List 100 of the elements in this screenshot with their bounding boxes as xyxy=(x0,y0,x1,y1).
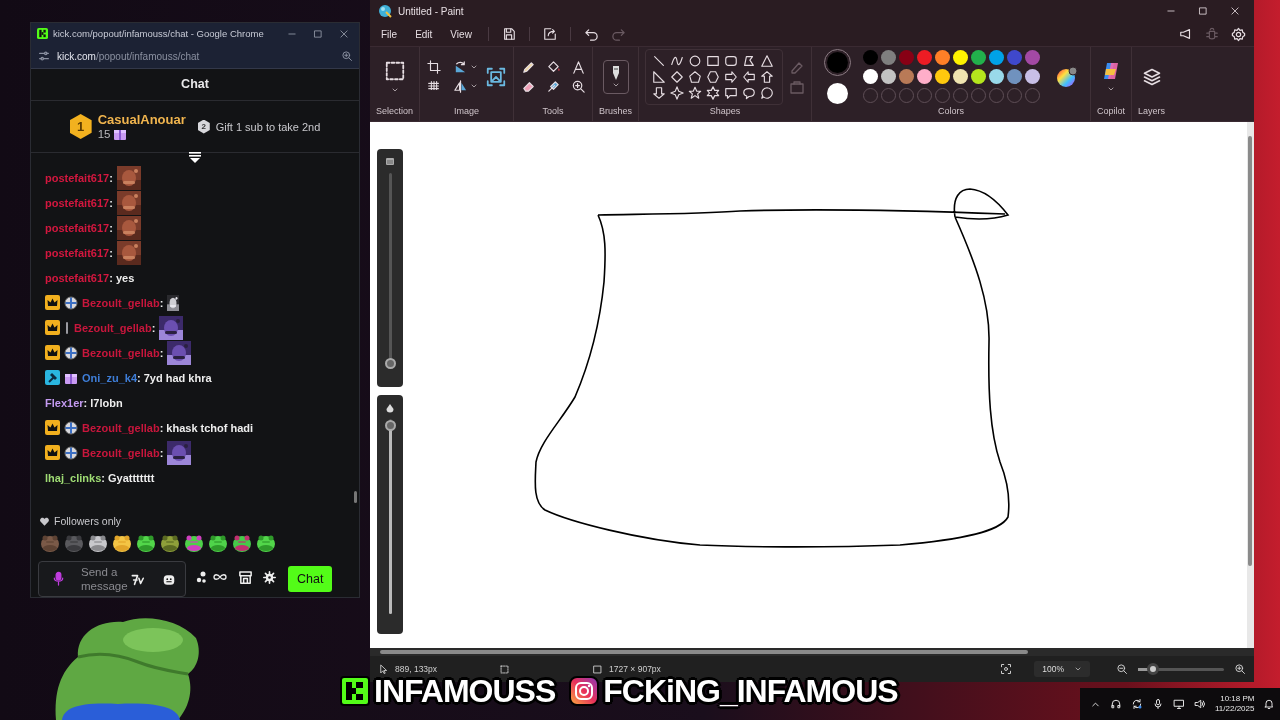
color-swatch[interactable] xyxy=(935,69,951,84)
fit-to-window-icon[interactable] xyxy=(1000,663,1013,675)
chevron-icon[interactable] xyxy=(1074,665,1082,673)
display-icon[interactable] xyxy=(1173,698,1185,710)
diamond-icon[interactable] xyxy=(670,69,685,84)
hexagon-icon[interactable] xyxy=(706,69,721,84)
line-icon[interactable] xyxy=(652,53,667,68)
group-label: Image xyxy=(454,106,480,118)
color-wheel-icon[interactable] xyxy=(1056,65,1079,88)
color-swatch[interactable] xyxy=(881,50,897,65)
color-swatch[interactable] xyxy=(935,50,951,65)
zoom-in-icon[interactable] xyxy=(1234,663,1246,675)
mosaic-icon[interactable] xyxy=(427,79,442,93)
color-swatch[interactable] xyxy=(1007,50,1023,65)
microphone-icon[interactable] xyxy=(1152,698,1164,710)
zoom-slider-thumb[interactable] xyxy=(1146,662,1159,675)
translate-icon[interactable] xyxy=(131,573,145,587)
scroll-down-icon[interactable] xyxy=(188,151,202,165)
settings-icon[interactable] xyxy=(263,571,276,584)
oval-icon[interactable] xyxy=(688,53,703,68)
instagram-logo-icon xyxy=(569,676,600,706)
color-swatch[interactable] xyxy=(971,69,987,84)
selection-icon[interactable] xyxy=(383,59,406,82)
secondary-color-swatch[interactable] xyxy=(827,83,849,104)
triangle-icon[interactable] xyxy=(760,53,775,68)
bug-icon[interactable] xyxy=(1205,27,1219,41)
round-bubble-icon[interactable] xyxy=(760,85,775,100)
brush-picker[interactable] xyxy=(602,59,629,94)
color-swatch[interactable] xyxy=(863,69,879,84)
text-tool-icon[interactable] xyxy=(570,59,586,75)
color-swatch[interactable] xyxy=(953,69,969,84)
leader-name[interactable]: CasualAnouar xyxy=(97,112,186,128)
menu-item[interactable]: Edit xyxy=(408,25,440,43)
megaphone-icon[interactable] xyxy=(1179,27,1193,41)
color-swatch[interactable] xyxy=(989,69,1005,84)
six-point-star-icon[interactable] xyxy=(706,85,721,100)
pencil-icon[interactable] xyxy=(520,59,536,75)
clock-time[interactable]: 10:18 PM xyxy=(1220,694,1255,704)
menu-item[interactable]: View xyxy=(443,25,479,43)
color-swatch[interactable] xyxy=(1025,69,1041,84)
layers-icon[interactable] xyxy=(1141,66,1162,87)
color-swatch[interactable] xyxy=(899,50,915,65)
message-field[interactable]: Send a message xyxy=(38,561,186,597)
color-swatch[interactable] xyxy=(881,69,897,84)
color-swatch[interactable] xyxy=(917,50,933,65)
store-icon[interactable] xyxy=(238,569,253,585)
pentagon-icon[interactable] xyxy=(688,69,703,84)
headset-icon[interactable] xyxy=(1110,698,1122,710)
chat-send-button[interactable]: Chat xyxy=(288,566,333,592)
maximize-icon[interactable] xyxy=(1198,6,1208,16)
sync-icon[interactable] xyxy=(1131,698,1143,710)
crop-icon[interactable] xyxy=(427,60,442,74)
clock-date[interactable]: 11/22/2025 xyxy=(1215,704,1255,714)
maximize-icon[interactable] xyxy=(313,28,323,39)
fill-bucket-icon[interactable] xyxy=(545,59,561,75)
color-swatch[interactable] xyxy=(971,50,987,65)
notification-icon[interactable] xyxy=(1263,698,1276,710)
zoom-out-icon[interactable] xyxy=(1116,663,1128,675)
image-frame-icon[interactable] xyxy=(485,65,508,88)
color-swatch[interactable] xyxy=(863,50,879,65)
zoom-icon[interactable] xyxy=(341,50,353,63)
oval-bubble-icon[interactable] xyxy=(742,85,757,100)
speech-bubble-icon[interactable] xyxy=(724,85,739,100)
flip-icon[interactable] xyxy=(452,78,468,94)
right-triangle-icon[interactable] xyxy=(652,69,667,84)
slider-thumb[interactable] xyxy=(384,419,396,431)
color-swatch[interactable] xyxy=(1025,50,1041,65)
share-icon[interactable] xyxy=(542,27,557,41)
four-point-star-icon[interactable] xyxy=(670,85,685,100)
up-arrow-icon[interactable] xyxy=(760,69,775,84)
scrollbar-thumb[interactable] xyxy=(380,650,1028,654)
scrollbar-thumb[interactable] xyxy=(1248,136,1252,566)
settings-icon[interactable] xyxy=(1231,26,1246,42)
down-arrow-icon[interactable] xyxy=(652,85,667,100)
polygon-icon[interactable] xyxy=(742,53,757,68)
slider-thumb[interactable] xyxy=(384,358,396,370)
menu-item[interactable]: File xyxy=(374,25,405,43)
speaker-icon[interactable] xyxy=(1194,698,1206,710)
chevron-icon[interactable] xyxy=(469,63,478,71)
color-swatch[interactable] xyxy=(899,69,915,84)
save-icon[interactable] xyxy=(501,27,516,41)
primary-color-swatch[interactable] xyxy=(827,52,849,73)
scrollbar-thumb[interactable] xyxy=(354,491,357,504)
color-swatch[interactable] xyxy=(1007,69,1023,84)
close-icon[interactable] xyxy=(1230,6,1240,16)
color-picker-icon[interactable] xyxy=(545,78,561,94)
left-arrow-icon[interactable] xyxy=(742,69,757,84)
color-swatch[interactable] xyxy=(989,50,1005,65)
color-swatch[interactable] xyxy=(917,69,933,84)
rectangle-icon[interactable] xyxy=(706,53,721,68)
rounded-rectangle-icon[interactable] xyxy=(724,53,739,68)
chevron-icon[interactable] xyxy=(469,82,478,90)
zoom-dropdown[interactable]: 100% xyxy=(1034,661,1090,677)
undo-icon[interactable] xyxy=(583,26,599,42)
color-swatch[interactable] xyxy=(953,50,969,65)
emoji-icon[interactable] xyxy=(162,573,176,587)
right-arrow-icon[interactable] xyxy=(724,69,739,84)
magnifier-icon[interactable] xyxy=(570,78,586,94)
close-icon[interactable] xyxy=(339,28,349,39)
star-icon[interactable] xyxy=(688,85,703,100)
